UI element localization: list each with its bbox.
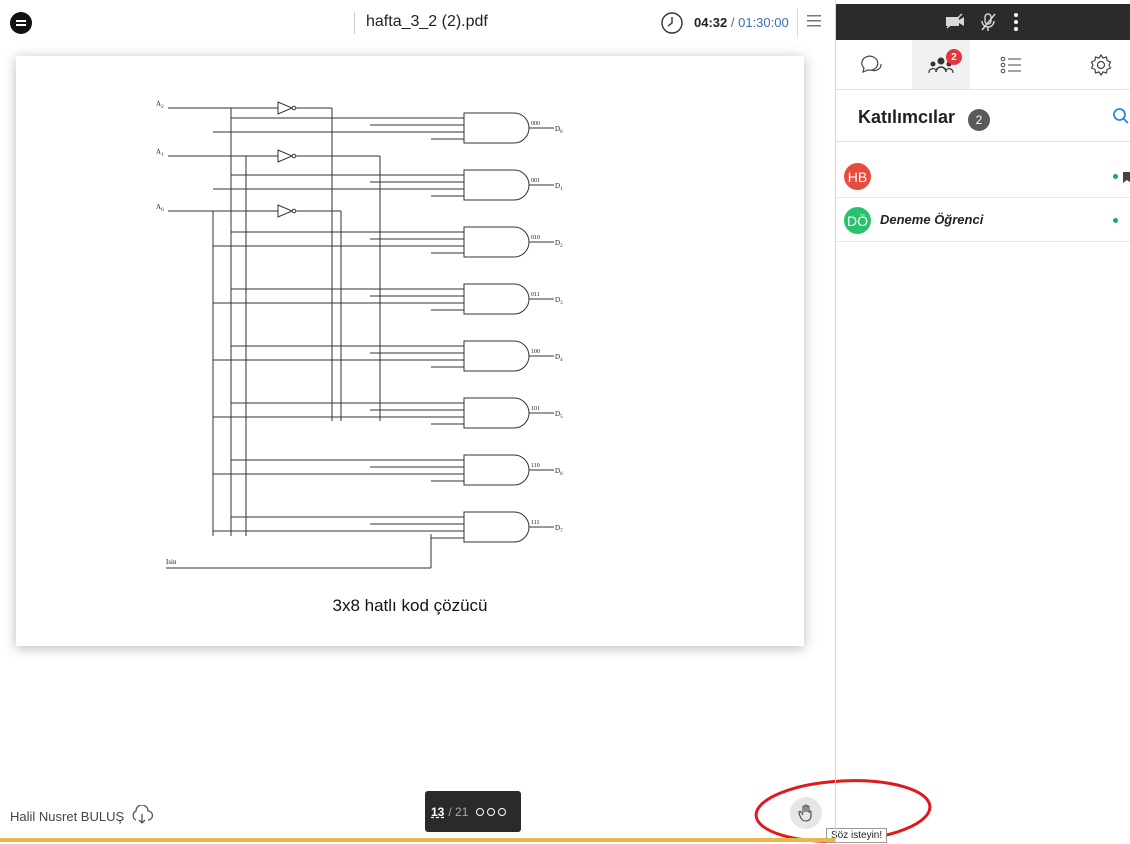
- input-label: A0: [156, 203, 164, 213]
- cloud-download-icon[interactable]: [130, 804, 154, 828]
- online-status-dot: [1113, 174, 1118, 179]
- settings-icon: [1090, 53, 1112, 76]
- presentation-slide: A2 A1 A0 Isin 000 D0 001 D1 010 D2 011 D3 100 D4 101 D5…: [16, 56, 804, 646]
- and-gate: [463, 511, 530, 543]
- inverter-gate: [277, 149, 294, 163]
- gate-code-label: 010: [531, 235, 540, 241]
- dot: [487, 807, 496, 816]
- gate-code-label: 110: [531, 463, 540, 469]
- presenter-info: Halil Nusret BULUŞ: [10, 804, 154, 828]
- output-label: D3: [555, 296, 563, 306]
- page-navigator[interactable]: 13 / 21: [425, 791, 521, 832]
- participant-row[interactable]: DÖ Deneme Öğrenci: [836, 198, 1130, 242]
- tab-participants[interactable]: 2: [912, 40, 970, 89]
- camera-off-icon[interactable]: [944, 12, 966, 35]
- document-title: hafta_3_2 (2).pdf: [366, 13, 488, 30]
- search-icon[interactable]: [1112, 107, 1130, 130]
- and-gate: [463, 226, 530, 258]
- inverter-bubble: [291, 208, 297, 214]
- input-label: Isin: [166, 558, 177, 566]
- participant-row[interactable]: HB: [836, 154, 1130, 198]
- side-panel-tabs: 2: [836, 40, 1130, 90]
- media-controls-bar: [836, 4, 1130, 40]
- and-gate: [463, 340, 530, 372]
- participant-name: Deneme Öğrenci: [880, 212, 984, 227]
- participants-badge: 2: [946, 49, 962, 65]
- dot: [476, 807, 485, 816]
- kebab-menu-icon[interactable]: [1013, 12, 1019, 37]
- raise-hand-button[interactable]: [790, 797, 822, 829]
- input-label: A1: [156, 148, 164, 158]
- decoder-circuit-diagram: A2 A1 A0 Isin 000 D0 001 D1 010 D2 011 D3 100 D4 101 D5…: [156, 100, 563, 569]
- elapsed-time: 04:32: [694, 15, 728, 30]
- session-timer: 04:32 / 01:30:00: [694, 15, 789, 30]
- hand-icon: [798, 804, 812, 822]
- output-label: D0: [555, 125, 563, 135]
- list-icon: [1000, 56, 1021, 73]
- input-label: A2: [156, 100, 164, 110]
- tab-list[interactable]: [982, 40, 1040, 89]
- and-gate: [463, 454, 530, 486]
- hamburger-menu-icon[interactable]: [806, 13, 822, 34]
- inverter-bubble: [291, 153, 297, 159]
- inverter-gate: [277, 101, 294, 115]
- gate-code-label: 001: [531, 178, 540, 184]
- and-gate: [463, 169, 530, 201]
- dot: [498, 807, 507, 816]
- chat-icon: [861, 55, 882, 73]
- total-pages: / 21: [448, 804, 469, 819]
- gate-code-label: 100: [531, 349, 540, 355]
- total-time: 01:30:00: [738, 15, 789, 30]
- and-gate: [463, 397, 530, 429]
- inverter-bubble: [291, 105, 297, 111]
- current-page[interactable]: 13: [431, 805, 444, 819]
- more-options-icon[interactable]: [476, 807, 507, 816]
- online-status-dot: [1113, 218, 1118, 223]
- clock-icon: [660, 11, 684, 40]
- participants-title: Katılımcılar: [858, 107, 956, 127]
- mic-off-icon[interactable]: [979, 12, 997, 37]
- output-label: D7: [555, 524, 563, 534]
- time-separator: /: [727, 15, 739, 30]
- presenter-name: Halil Nusret BULUŞ: [10, 809, 125, 824]
- avatar: DÖ: [844, 207, 871, 234]
- participants-count-badge: 2: [968, 109, 990, 131]
- inverter-gate: [277, 204, 294, 218]
- participants-header: Katılımcılar 2: [836, 90, 1130, 142]
- presentation-progress-bar: [0, 838, 835, 842]
- output-label: D1: [555, 182, 563, 192]
- gate-code-label: 011: [531, 292, 540, 298]
- gate-code-label: 111: [531, 520, 540, 526]
- gate-code-label: 101: [531, 406, 540, 412]
- output-label: D2: [555, 239, 563, 249]
- output-label: D6: [555, 467, 563, 477]
- and-gate: [463, 112, 530, 144]
- output-label: D5: [555, 410, 563, 420]
- title-divider: [354, 12, 355, 34]
- app-logo-icon[interactable]: [10, 12, 32, 34]
- avatar: HB: [844, 163, 871, 190]
- slide-caption: 3x8 hatlı kod çözücü: [332, 596, 488, 615]
- output-label: D4: [555, 353, 563, 363]
- presenter-flag-icon: [1123, 170, 1130, 188]
- gate-code-label: 000: [531, 121, 540, 127]
- timer-divider: [797, 8, 798, 38]
- tab-chat[interactable]: [842, 40, 900, 89]
- tab-settings[interactable]: [1072, 40, 1130, 89]
- and-gate: [463, 283, 530, 315]
